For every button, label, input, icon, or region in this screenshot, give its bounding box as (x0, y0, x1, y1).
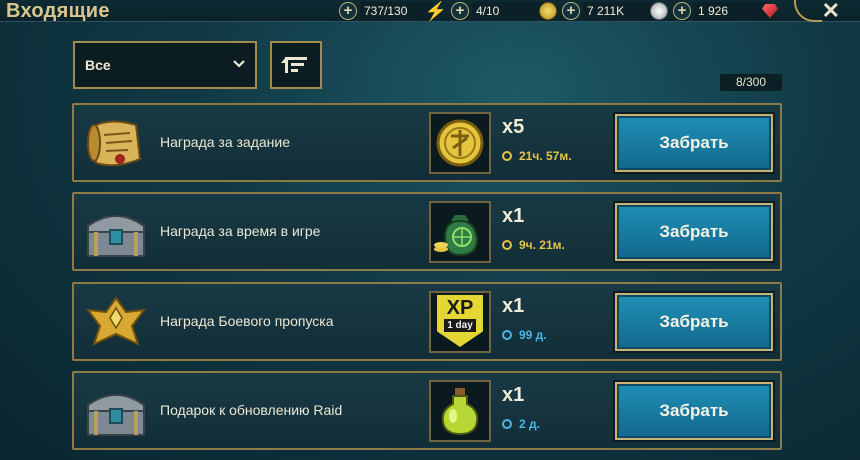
reward-quantity: x1 (502, 384, 525, 406)
tokens-value: 4/10 (472, 2, 544, 20)
energy-value: 737/130 (360, 2, 432, 20)
resource-tokens: + 4/10 (451, 1, 558, 21)
gold-token-icon (436, 119, 484, 167)
timer-text: 2 д. (519, 417, 540, 431)
reward-timer: 99 д. (502, 328, 547, 342)
sort-icon (281, 57, 307, 73)
timer-text: 99 д. (519, 328, 547, 342)
claim-button[interactable]: Забрать (613, 291, 775, 353)
reward-title: Награда за задание (160, 134, 291, 150)
claim-button[interactable]: Забрать (613, 112, 775, 174)
energy-bolt-icon: ⚡ (424, 0, 448, 21)
reward-title: Подарок к обновлению Raid (160, 402, 343, 418)
reward-title: Награда Боевого пропуска (160, 313, 334, 329)
clock-icon (502, 240, 512, 250)
xp-boost-icon: XP 1 day (437, 295, 483, 347)
sort-button[interactable] (270, 41, 322, 89)
silver-value: 7 211K (583, 2, 655, 20)
reward-quantity: x5 (502, 116, 525, 138)
add-gems-button[interactable]: + (673, 2, 691, 20)
reward-row: Награда за задание x5 21ч. 57м. Забрать (72, 103, 782, 182)
page-title: Входящие (6, 0, 110, 22)
mail-counter: 8/300 (720, 74, 782, 91)
resource-energy: + 737/130 ⚡ (339, 0, 448, 21)
gems-value: 1 926 (694, 2, 766, 20)
timer-text: 21ч. 57м. (519, 149, 572, 163)
claim-button[interactable]: Забрать (613, 201, 775, 263)
battle-pass-emblem-icon (80, 292, 152, 354)
clock-icon (502, 330, 512, 340)
filter-dropdown[interactable]: Все (73, 41, 257, 89)
chevron-down-icon (233, 56, 245, 72)
potion-icon (441, 388, 479, 436)
reward-item-slot[interactable] (429, 380, 491, 442)
reward-timer: 2 д. (502, 417, 540, 431)
ruby-gem-icon (760, 1, 780, 21)
top-bar: Входящие + 737/130 ⚡ + 4/10 + 7 211K + 1… (0, 0, 860, 24)
reward-timer: 9ч. 21м. (502, 238, 565, 252)
reward-item-slot[interactable] (429, 201, 491, 263)
close-icon[interactable]: ✕ (822, 0, 840, 24)
silver-coin-icon (649, 1, 669, 21)
xp-label: XP (446, 297, 474, 319)
reward-item-slot[interactable] (429, 112, 491, 174)
resource-silver: + 7 211K (562, 1, 669, 21)
reward-title: Награда за время в игре (160, 223, 321, 239)
reward-row: Награда Боевого пропуска XP 1 day x1 99 … (72, 282, 782, 361)
scroll-icon (80, 113, 152, 175)
reward-item-slot[interactable]: XP 1 day (429, 291, 491, 353)
reward-quantity: x1 (502, 295, 525, 317)
reward-row: Награда за время в игре x1 9ч. 21м. Забр… (72, 192, 782, 271)
clock-icon (502, 151, 512, 161)
timer-text: 9ч. 21м. (519, 238, 565, 252)
arena-token-icon (538, 1, 558, 21)
reward-row: Подарок к обновлению Raid x1 2 д. Забрат… (72, 371, 782, 450)
chest-icon (80, 202, 152, 264)
add-energy-button[interactable]: + (339, 2, 357, 20)
frame-ornament (794, 0, 822, 22)
xp-duration: 1 day (444, 319, 476, 332)
add-silver-button[interactable]: + (562, 2, 580, 20)
chest-icon (80, 381, 152, 443)
filter-selected-value: Все (85, 57, 111, 73)
money-bag-icon (434, 215, 479, 257)
reward-quantity: x1 (502, 205, 525, 227)
clock-icon (502, 419, 512, 429)
claim-button[interactable]: Забрать (613, 380, 775, 442)
resource-gems: + 1 926 (673, 1, 780, 21)
add-tokens-button[interactable]: + (451, 2, 469, 20)
reward-timer: 21ч. 57м. (502, 149, 572, 163)
